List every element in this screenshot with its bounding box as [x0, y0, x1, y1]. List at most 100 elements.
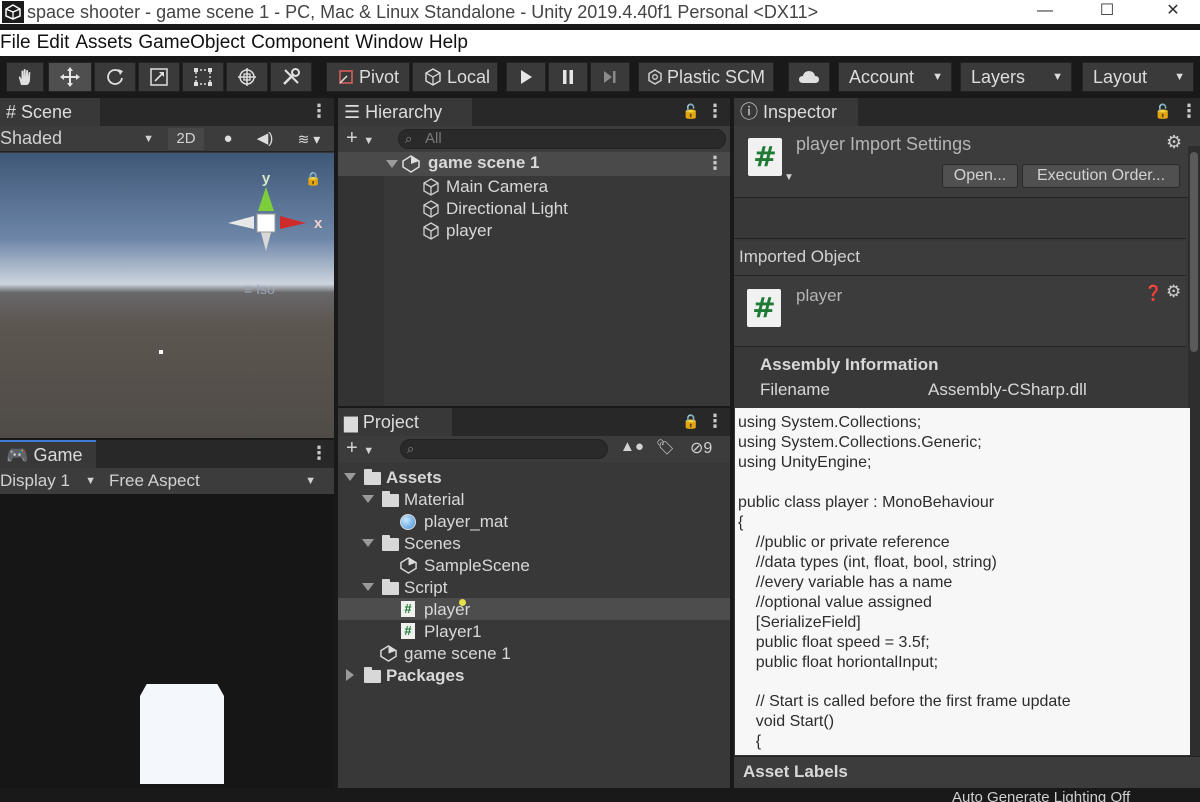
project-tree-item-script[interactable]: Script — [338, 576, 730, 598]
plastic-scm-button[interactable]: Plastic SCM — [638, 62, 774, 92]
inspector-title: player Import Settings — [796, 134, 972, 154]
maximize-button[interactable]: ☐ — [1084, 0, 1130, 20]
scale-tool-button[interactable] — [138, 62, 180, 92]
hidden-packages-toggle[interactable]: ⊘9 — [690, 438, 712, 458]
expand-arrow-icon[interactable] — [386, 160, 398, 168]
gizmo-lock-icon[interactable]: 🔒 — [305, 171, 321, 187]
cloud-icon — [799, 71, 819, 83]
filter-by-label-icon[interactable]: 🏷 — [656, 438, 675, 456]
cloud-button[interactable] — [788, 62, 830, 92]
hierarchy-item[interactable]: Directional Light — [338, 198, 730, 220]
hierarchy-search-input[interactable]: ⌕ All — [398, 129, 726, 149]
close-button[interactable]: ✕ — [1150, 0, 1196, 20]
code-line: void Start() — [738, 713, 835, 730]
filter-by-type-icon[interactable]: ▲● — [620, 438, 644, 455]
expand-arrow-icon[interactable] — [362, 495, 374, 503]
scrollbar-thumb[interactable] — [1190, 152, 1198, 352]
more-options-icon[interactable]: ⋮ — [706, 101, 724, 121]
account-dropdown[interactable]: Account ▼ — [838, 62, 952, 92]
tab-inspector[interactable]: ⓘ Inspector — [734, 98, 858, 126]
unity-scene-icon — [400, 557, 417, 574]
layout-dropdown[interactable]: Layout ▼ — [1082, 62, 1194, 92]
chevron-down-icon[interactable]: ▼ — [784, 172, 794, 183]
hierarchy-item[interactable]: player — [338, 220, 730, 242]
chevron-down-icon: ▼ — [85, 475, 96, 487]
more-options-icon[interactable]: ⋮ — [706, 153, 724, 173]
tab-game[interactable]: 🎮 Game — [0, 440, 96, 468]
divider — [734, 238, 1186, 239]
lock-icon[interactable]: 🔓 — [1154, 103, 1171, 120]
menu-component[interactable]: Component — [251, 32, 349, 54]
pause-button[interactable] — [548, 62, 588, 92]
project-tree-item-player[interactable]: # player — [338, 598, 730, 620]
expand-arrow-icon[interactable] — [362, 583, 374, 591]
project-tree-item-samplescene[interactable]: SampleScene — [338, 554, 730, 576]
step-button[interactable] — [590, 62, 630, 92]
aspect-dropdown[interactable]: Free Aspect ▼ — [106, 468, 322, 494]
project-tree-item-scenes[interactable]: Scenes — [338, 532, 730, 554]
plastic-scm-label: Plastic SCM — [666, 66, 765, 87]
more-options-icon[interactable]: ⋮ — [310, 443, 328, 463]
project-tree-item-game-scene[interactable]: game scene 1 — [338, 642, 730, 664]
tab-project[interactable]: ▆ Project — [338, 408, 452, 436]
pivot-toggle[interactable]: Pivot — [326, 62, 410, 92]
more-options-icon[interactable]: ⋮ — [1180, 101, 1198, 121]
open-button[interactable]: Open... — [942, 164, 1018, 188]
transform-tool-icon — [238, 68, 256, 86]
settings-gear-icon[interactable]: ⚙ — [1166, 132, 1182, 153]
display-dropdown[interactable]: Display 1 ▼ — [0, 468, 102, 494]
menu-help[interactable]: Help — [429, 32, 468, 54]
local-toggle[interactable]: Local — [412, 62, 498, 92]
shading-mode-dropdown[interactable]: Shaded ▼ — [0, 126, 160, 152]
hierarchy-item[interactable]: Main Camera — [338, 176, 730, 198]
play-button[interactable] — [506, 62, 546, 92]
rotate-tool-button[interactable] — [94, 62, 136, 92]
rect-tool-button[interactable] — [182, 62, 224, 92]
add-icon[interactable]: + ▼ — [346, 126, 374, 153]
transform-tool-button[interactable] — [226, 62, 268, 92]
more-options-icon[interactable]: ⋮ — [310, 101, 328, 121]
asset-labels-bar[interactable]: Asset Labels — [734, 756, 1200, 788]
lock-icon[interactable]: 🔓 — [682, 103, 699, 120]
layers-dropdown[interactable]: Layers ▼ — [960, 62, 1072, 92]
menu-window[interactable]: Window — [355, 32, 423, 54]
menu-edit[interactable]: Edit — [37, 32, 70, 54]
expand-arrow-icon[interactable] — [362, 539, 374, 547]
scene-viewport[interactable]: y x 🔒 ≡ Iso — [0, 153, 334, 438]
imported-object-name: player — [796, 286, 843, 305]
project-search-input[interactable]: ⌕ — [400, 439, 608, 459]
more-options-icon[interactable]: ⋮ — [706, 411, 724, 431]
expand-arrow-icon[interactable] — [344, 473, 356, 481]
lighting-status[interactable]: Auto Generate Lighting Off — [952, 790, 1130, 802]
project-tree-item-assets[interactable]: Assets — [338, 466, 730, 488]
settings-gear-icon[interactable]: ⚙ — [1166, 282, 1181, 302]
minimize-button[interactable]: — — [1022, 0, 1068, 20]
hand-tool-button[interactable] — [6, 62, 44, 92]
lock-icon[interactable]: 🔒 — [682, 413, 699, 430]
move-tool-icon — [60, 67, 80, 87]
audio-toggle-icon[interactable]: ◀) — [248, 128, 282, 150]
tab-scene[interactable]: # Scene — [0, 98, 100, 126]
menu-file[interactable]: File — [0, 32, 31, 54]
help-icon[interactable]: ❓ — [1144, 284, 1163, 302]
collapse-arrow-icon[interactable] — [346, 669, 354, 681]
effects-toggle-icon[interactable]: ≋ ▾ — [286, 128, 332, 150]
project-tree-item-material[interactable]: Material — [338, 488, 730, 510]
scene-object-marker — [159, 350, 163, 354]
menu-gameobject[interactable]: GameObject — [138, 32, 245, 54]
tree-item-label: Scenes — [404, 534, 461, 553]
execution-order-button[interactable]: Execution Order... — [1022, 164, 1180, 188]
project-tree-item-player1[interactable]: # Player1 — [338, 620, 730, 642]
local-cube-icon — [425, 68, 441, 86]
lighting-toggle-icon[interactable]: ● — [210, 128, 246, 150]
custom-tool-button[interactable] — [270, 62, 312, 92]
menu-assets[interactable]: Assets — [75, 32, 132, 54]
move-tool-button[interactable] — [48, 62, 92, 92]
project-tree-item-packages[interactable]: Packages — [338, 664, 730, 686]
hierarchy-scene-row[interactable]: game scene 1 ⋮ — [338, 152, 730, 176]
project-tree-item-player-mat[interactable]: player_mat — [338, 510, 730, 532]
2d-toggle[interactable]: 2D — [168, 128, 204, 150]
iso-label[interactable]: ≡ Iso — [244, 281, 275, 297]
create-icon[interactable]: + ▼ — [346, 436, 374, 463]
tab-hierarchy[interactable]: ☰ Hierarchy — [338, 98, 472, 126]
